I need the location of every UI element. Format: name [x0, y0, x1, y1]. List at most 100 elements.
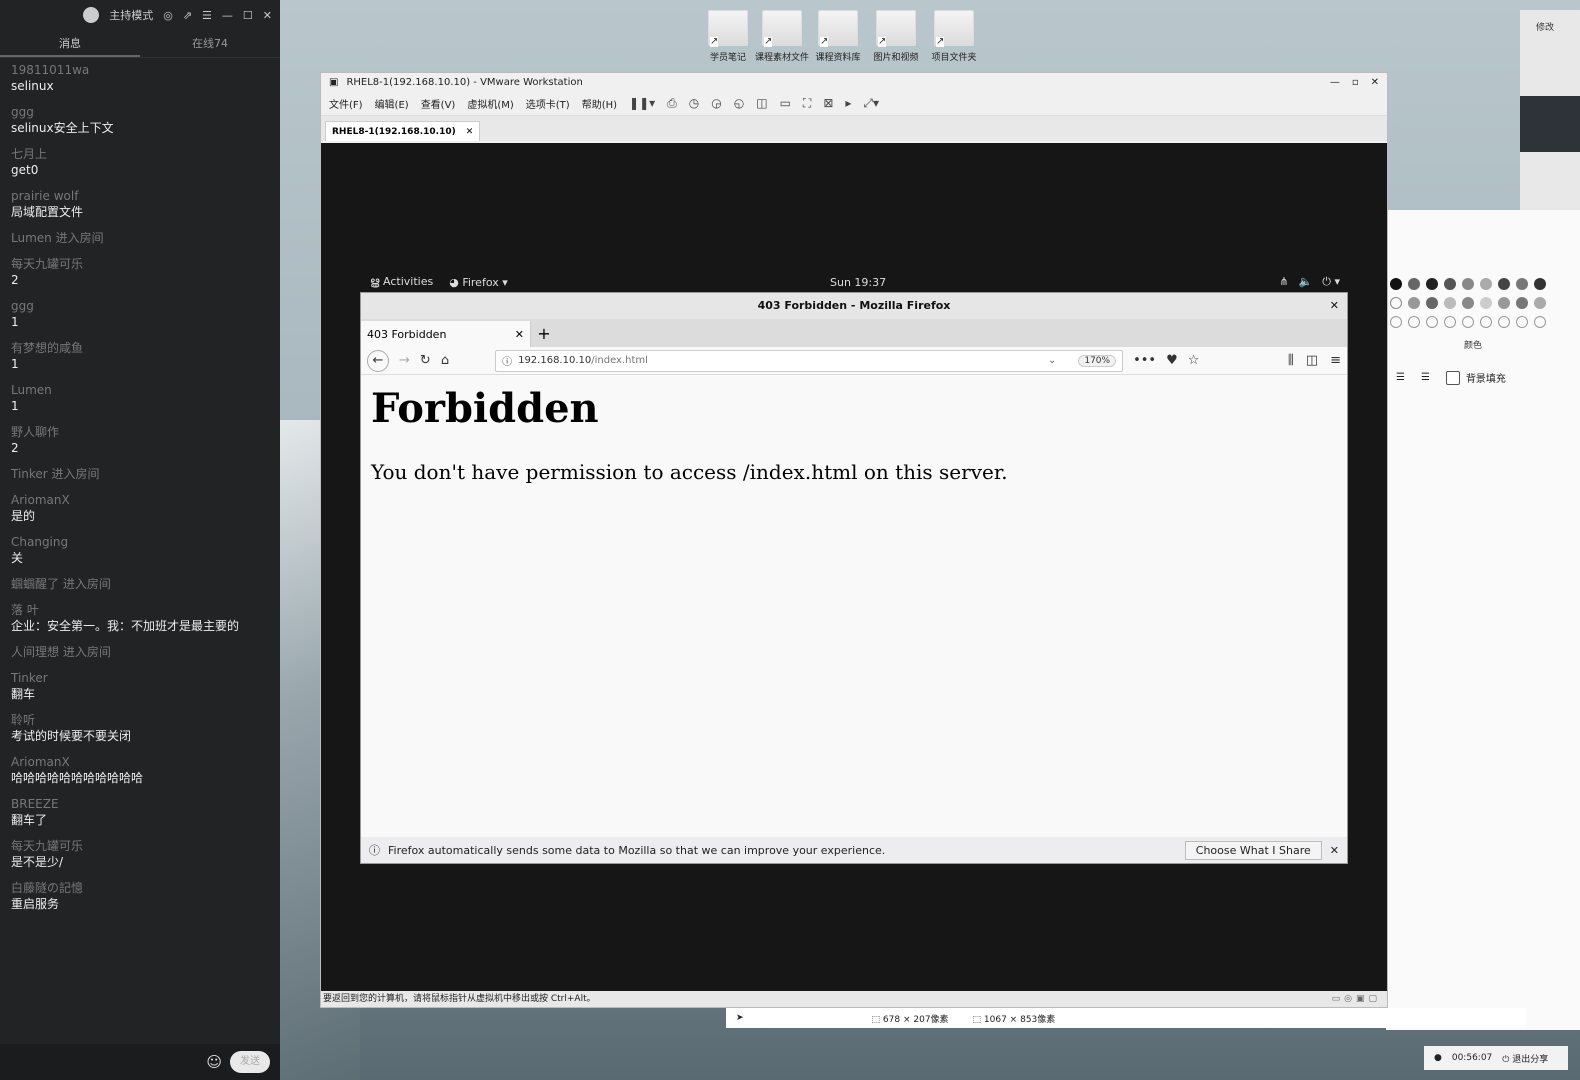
chat-username[interactable]: Lumen 进入房间	[11, 230, 269, 246]
maximize-icon[interactable]: ▫	[1352, 77, 1359, 88]
tab-messages[interactable]: 消息	[0, 30, 140, 57]
desktop-icon[interactable]: 项目文件夹	[926, 10, 982, 63]
color-swatch[interactable]	[1480, 297, 1492, 309]
back-icon[interactable]: ←	[367, 349, 389, 372]
color-swatch[interactable]	[1462, 297, 1474, 309]
color-swatch[interactable]	[1534, 278, 1546, 290]
chat-username[interactable]: ggg	[11, 298, 269, 314]
color-swatch[interactable]	[1516, 316, 1528, 328]
color-swatch[interactable]	[1426, 278, 1438, 290]
info-icon[interactable]: ⓘ	[502, 353, 512, 368]
pause-icon[interactable]: ❚❚▾	[629, 96, 655, 110]
color-swatch[interactable]	[1408, 278, 1420, 290]
home-icon[interactable]: ⌂	[441, 353, 449, 368]
close-icon[interactable]: ✕	[263, 9, 272, 22]
color-swatch[interactable]	[1390, 297, 1402, 309]
cursor-icon[interactable]: ➤	[736, 1013, 744, 1023]
desktop-icon[interactable]: 课程资料库	[810, 10, 866, 63]
volume-icon[interactable]: 🔈	[1299, 275, 1313, 289]
color-swatch[interactable]	[1480, 316, 1492, 328]
vm-tab[interactable]: RHEL8-1(192.168.10.10) ✕	[325, 121, 481, 141]
emoji-icon[interactable]: ☺	[206, 1053, 222, 1071]
menu-help[interactable]: 帮助(H)	[582, 96, 617, 111]
chat-username[interactable]: 七月上	[11, 146, 269, 162]
chat-username[interactable]: Changing	[11, 534, 269, 550]
chat-username[interactable]: AriomanX	[11, 492, 269, 508]
close-icon[interactable]: ✕	[466, 127, 474, 137]
minimize-icon[interactable]: —	[222, 9, 233, 22]
menu-edit[interactable]: 编辑(E)	[375, 96, 409, 111]
chat-username[interactable]: 落 叶	[11, 602, 269, 618]
menu-view[interactable]: 查看(V)	[421, 96, 456, 111]
color-swatch[interactable]	[1516, 278, 1528, 290]
close-icon[interactable]: ✕	[515, 328, 524, 341]
color-swatch[interactable]	[1480, 278, 1492, 290]
close-icon[interactable]: ✕	[1330, 844, 1339, 857]
align-right-icon[interactable]: ☰	[1421, 372, 1430, 383]
chat-username[interactable]: ggg	[11, 104, 269, 120]
align-left-icon[interactable]: ☰	[1396, 372, 1405, 383]
chat-username[interactable]: Tinker 进入房间	[11, 466, 269, 482]
color-swatch[interactable]	[1534, 297, 1546, 309]
menu-icon[interactable]: ☰	[202, 9, 212, 22]
forward-icon[interactable]: →	[399, 353, 410, 368]
clock[interactable]: Sun 19:37	[830, 276, 886, 289]
color-swatch[interactable]	[1498, 297, 1510, 309]
color-swatch[interactable]	[1516, 297, 1528, 309]
desktop-icon[interactable]: 课程素材文件	[754, 10, 810, 63]
color-swatch[interactable]	[1498, 278, 1510, 290]
popout-icon[interactable]: ⇗	[183, 9, 192, 22]
chat-username[interactable]: AriomanX	[11, 754, 269, 770]
more-actions-icon[interactable]: •••	[1133, 353, 1156, 368]
sidebar-icon[interactable]: ◫	[756, 96, 767, 110]
color-swatch[interactable]	[1498, 316, 1510, 328]
pocket-icon[interactable]: ♥	[1166, 353, 1178, 368]
library-icon[interactable]: ⫼	[1288, 353, 1294, 368]
reload-icon[interactable]: ↻	[420, 353, 431, 368]
new-tab-icon[interactable]: +	[531, 321, 557, 347]
chat-username[interactable]: 每天九罐可乐	[11, 838, 269, 854]
color-swatch[interactable]	[1462, 278, 1474, 290]
browser-tab[interactable]: 403 Forbidden ✕	[361, 321, 531, 347]
desktop-icon[interactable]: 图片和视频	[868, 10, 924, 63]
close-icon[interactable]: ✕	[1330, 293, 1339, 319]
menu-vm[interactable]: 虚拟机(M)	[467, 96, 513, 111]
color-swatch[interactable]	[1390, 316, 1402, 328]
power-icon[interactable]: ⏻ ▾	[1322, 275, 1340, 289]
desktop-icon[interactable]: 学员笔记	[700, 10, 756, 63]
fill-checkbox[interactable]	[1445, 370, 1460, 385]
snapshot-manager-icon[interactable]: ◵	[734, 96, 744, 110]
snapshot-restore-icon[interactable]: ◶	[711, 96, 721, 110]
settings-icon[interactable]: ◎	[163, 9, 173, 22]
network-icon[interactable]: ⋔	[1279, 275, 1288, 289]
chat-username[interactable]: Tinker	[11, 670, 269, 686]
color-swatch[interactable]	[1444, 278, 1456, 290]
console-icon[interactable]: ▸	[845, 96, 851, 110]
stretch-icon[interactable]: ⤢▾	[863, 96, 879, 111]
send-keys-icon[interactable]: ⎙	[667, 96, 677, 111]
url-bar[interactable]: ⓘ 192.168.10.10 /index.html ⌄ 170%	[495, 349, 1124, 372]
hamburger-menu-icon[interactable]: ≡	[1330, 353, 1341, 368]
sidebar-icon[interactable]: ◫	[1306, 353, 1318, 368]
snapshot-icon[interactable]: ◷	[689, 96, 699, 110]
chat-username[interactable]: 每天九罐可乐	[11, 256, 269, 272]
color-swatch[interactable]	[1408, 316, 1420, 328]
unity-icon[interactable]: ⊠	[823, 96, 833, 110]
minimize-icon[interactable]: —	[1330, 77, 1340, 88]
chat-username[interactable]: 蝈蝈醒了 进入房间	[11, 576, 269, 592]
chat-username[interactable]: 人间理想 进入房间	[11, 644, 269, 660]
fullscreen-icon[interactable]: ⛶	[803, 96, 811, 111]
color-swatch[interactable]	[1426, 316, 1438, 328]
color-swatch[interactable]	[1444, 316, 1456, 328]
color-swatch[interactable]	[1534, 316, 1546, 328]
menu-file[interactable]: 文件(F)	[329, 96, 363, 111]
close-icon[interactable]: ✕	[1371, 77, 1379, 88]
app-menu[interactable]: ◕ Firefox ▾	[449, 276, 508, 289]
chat-username[interactable]: 有梦想的咸鱼	[11, 340, 269, 356]
chat-username[interactable]: 野人聊作	[11, 424, 269, 440]
chat-username[interactable]: prairie wolf	[11, 188, 269, 204]
device-icons[interactable]: ▭◎▣▢	[1332, 991, 1381, 1007]
tab-online[interactable]: 在线74	[140, 30, 280, 57]
menu-tabs[interactable]: 选项卡(T)	[526, 96, 570, 111]
exit-share-button[interactable]: ⏻ 退出分享	[1502, 1052, 1548, 1065]
